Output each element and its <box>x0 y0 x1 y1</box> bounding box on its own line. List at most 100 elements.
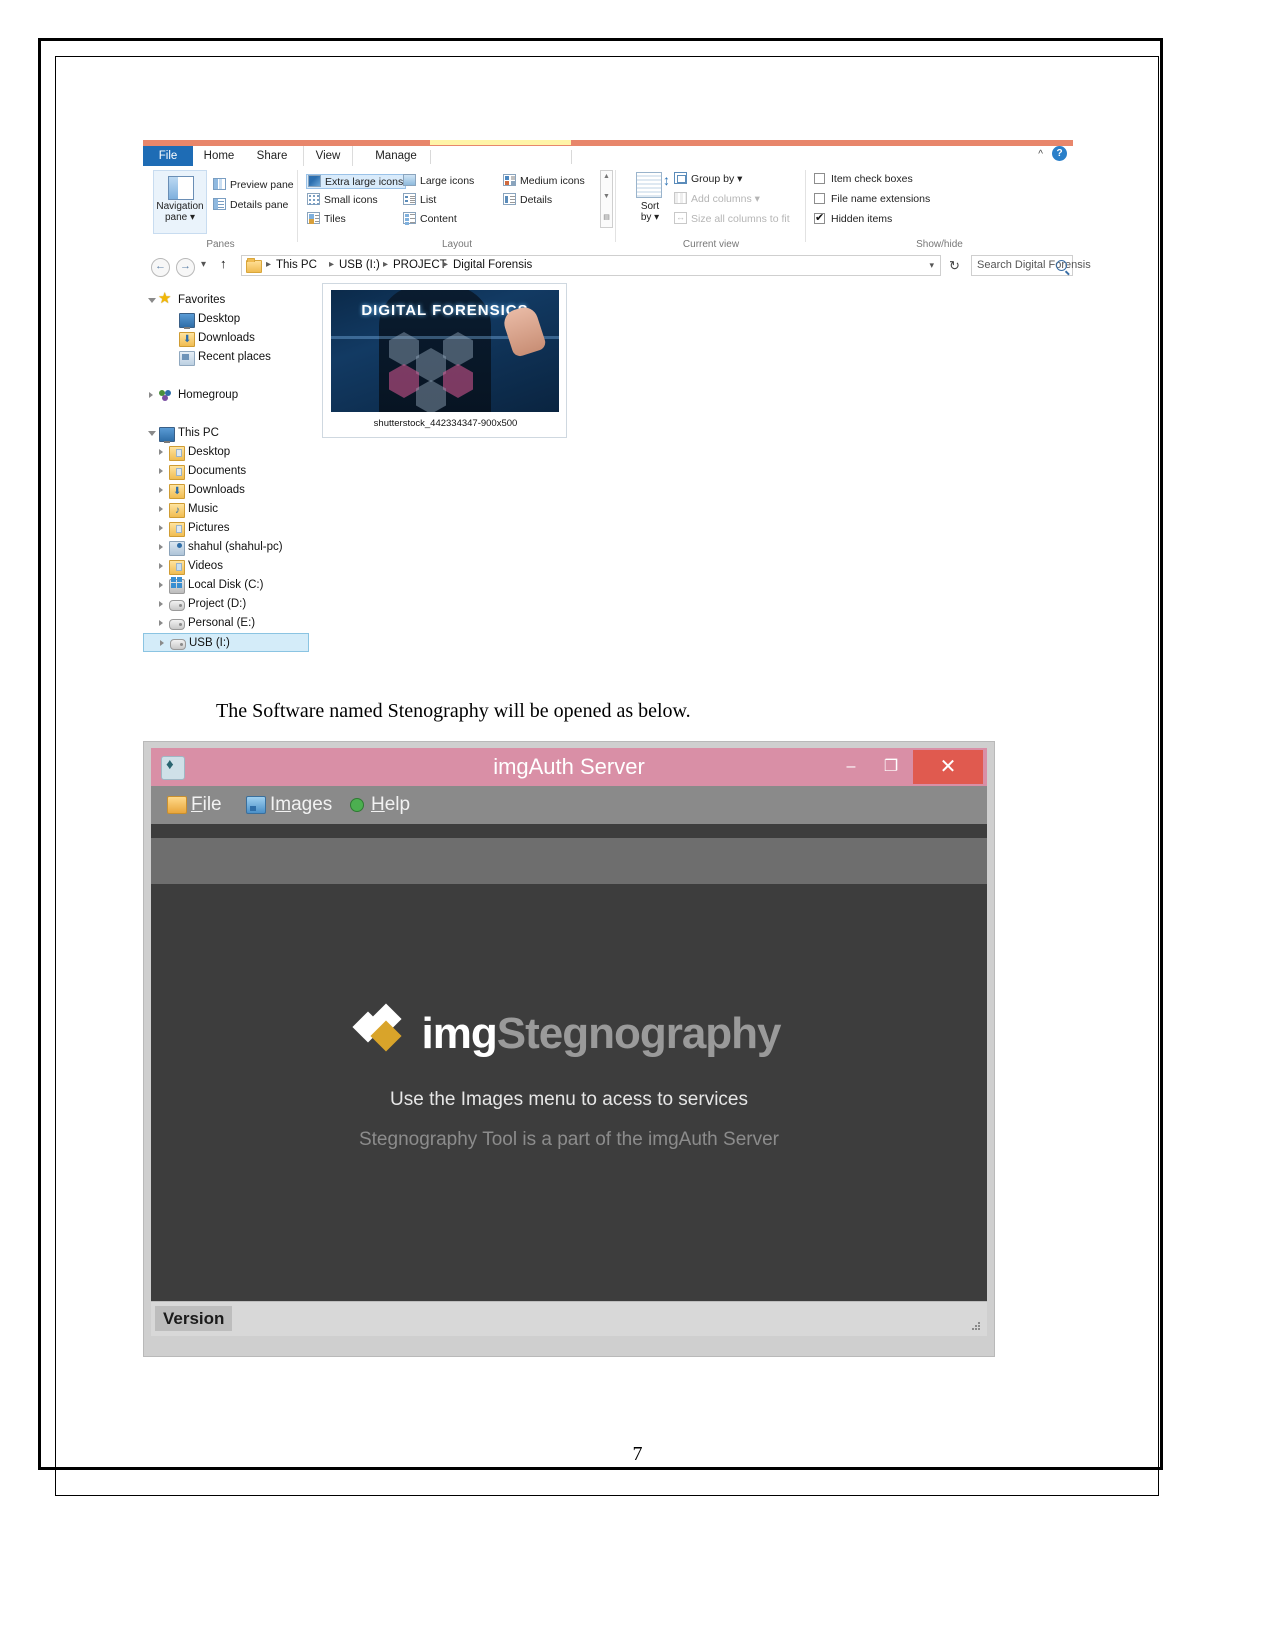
breadcrumb-usb[interactable]: USB (I:) <box>339 259 380 271</box>
size-columns-label: Size all columns to fit <box>691 213 790 225</box>
twisty-closed-icon[interactable] <box>159 620 163 626</box>
scroll-up-icon[interactable]: ▲ <box>601 173 612 180</box>
chevron-down-icon[interactable]: ▾ <box>755 193 760 205</box>
tab-home[interactable]: Home <box>193 146 245 166</box>
collapse-ribbon-icon[interactable]: ^ <box>1038 149 1043 160</box>
scroll-more-icon[interactable]: ▤ <box>601 213 612 221</box>
file-name-extensions-row[interactable]: File name extensions <box>814 192 930 207</box>
layout-gallery-scrollbar[interactable]: ▲ ▼ ▤ <box>600 170 613 228</box>
details-icon <box>503 193 516 205</box>
details-pane-label: Details pane <box>230 199 289 211</box>
extra-large-icons-icon <box>308 175 321 187</box>
help-icon[interactable]: ? <box>1052 146 1067 161</box>
menu-images[interactable]: Images <box>270 786 332 824</box>
hidden-items-row[interactable]: Hidden items <box>814 211 893 227</box>
body-paragraph: The Software named Stenography will be o… <box>216 700 691 722</box>
layout-label: Content <box>420 213 457 225</box>
twisty-closed-icon[interactable] <box>159 582 163 588</box>
tree-item-label: Project (D:) <box>188 598 247 610</box>
twisty-closed-icon[interactable] <box>159 487 163 493</box>
layout-tiles[interactable]: Tiles <box>307 212 346 227</box>
breadcrumb-this-pc[interactable]: This PC <box>276 259 317 271</box>
hidden-items-label: Hidden items <box>831 213 893 225</box>
twisty-open-icon[interactable] <box>148 298 156 306</box>
twisty-closed-icon[interactable] <box>159 563 163 569</box>
tree-item-label: Homegroup <box>178 389 239 401</box>
twisty-closed-icon[interactable] <box>159 601 163 607</box>
hidden-items-checkbox[interactable] <box>814 211 825 226</box>
tree-item-usb-i[interactable]: USB (I:) <box>143 633 309 652</box>
twisty-closed-icon[interactable] <box>159 544 163 550</box>
layout-extra-large-icons[interactable]: Extra large icons <box>306 174 407 189</box>
images-icon <box>246 796 266 814</box>
up-button[interactable]: ↑ <box>220 256 227 271</box>
layout-details[interactable]: Details <box>503 193 552 208</box>
breadcrumb-project[interactable]: PROJECT <box>393 259 447 271</box>
address-breadcrumb-box[interactable]: ▸ This PC ▸ USB (I:) ▸ PROJECT ▸ Digital… <box>241 255 941 276</box>
file-item[interactable]: DIGITAL FORENSICS shutterstock_442334347… <box>322 283 567 438</box>
tab-file[interactable]: File <box>143 146 193 166</box>
maximize-button[interactable]: ❐ <box>873 752 909 782</box>
navigation-pane-button[interactable]: Navigation pane ▾ <box>153 170 207 234</box>
downloads-icon <box>169 482 185 501</box>
item-check-boxes-checkbox[interactable] <box>814 173 825 184</box>
page-number: 7 <box>632 1443 643 1465</box>
size-columns-icon <box>674 210 687 225</box>
layout-small-icons[interactable]: Small icons <box>307 193 378 208</box>
layout-content[interactable]: Content <box>403 212 457 227</box>
preview-pane-toggle[interactable]: Preview pane <box>213 178 294 191</box>
panes-group-label: Panes <box>206 239 235 250</box>
folder-icon <box>169 465 185 480</box>
app-toolbar-strip <box>151 824 987 838</box>
tab-divider <box>430 150 431 164</box>
twisty-closed-icon[interactable] <box>159 449 163 455</box>
search-icon[interactable] <box>1056 260 1067 271</box>
group-by-button[interactable]: Group by ▾ <box>674 172 742 187</box>
tab-view[interactable]: View <box>303 146 353 166</box>
scroll-down-icon[interactable]: ▼ <box>601 193 612 200</box>
add-columns-button[interactable]: Add columns ▾ <box>674 192 760 207</box>
file-list-view[interactable]: DIGITAL FORENSICS shutterstock_442334347… <box>319 281 1073 656</box>
breadcrumb-separator: ▸ <box>329 259 335 270</box>
search-input[interactable]: Search Digital Forensis <box>977 259 1091 271</box>
refresh-button[interactable]: ↻ <box>949 258 960 274</box>
twisty-closed-icon[interactable] <box>149 392 153 398</box>
twisty-open-icon[interactable] <box>148 431 156 439</box>
minimize-button[interactable]: – <box>833 752 869 782</box>
item-check-boxes-label: Item check boxes <box>831 173 913 185</box>
tab-manage[interactable]: Manage <box>365 146 427 166</box>
layout-label: Extra large icons <box>325 176 404 188</box>
chevron-down-icon[interactable]: ▾ <box>929 260 934 271</box>
twisty-closed-icon[interactable] <box>159 525 163 531</box>
manage-contextual-tab-accent <box>430 140 571 145</box>
twisty-closed-icon[interactable] <box>159 468 163 474</box>
resize-grip-icon[interactable] <box>971 1322 981 1332</box>
details-pane-toggle[interactable]: Details pane <box>213 198 288 211</box>
explorer-content: Favorites Desktop Downloads Recent place… <box>143 281 1073 656</box>
layout-label: Tiles <box>324 213 346 225</box>
menu-file[interactable]: File <box>191 786 222 824</box>
file-name-extensions-checkbox[interactable] <box>814 193 825 204</box>
sort-by-icon <box>636 172 662 198</box>
breadcrumb-separator: ▸ <box>383 259 389 270</box>
app-title-bar[interactable]: imgAuth Server – ❐ ✕ <box>151 748 987 786</box>
back-button[interactable]: ← <box>151 258 170 277</box>
item-check-boxes-row[interactable]: Item check boxes <box>814 172 913 187</box>
drive-icon <box>170 639 186 650</box>
recent-locations-button[interactable]: ▾ <box>201 259 206 270</box>
twisty-closed-icon[interactable] <box>159 506 163 512</box>
chevron-down-icon[interactable]: ▾ <box>737 173 742 185</box>
twisty-closed-icon[interactable] <box>160 640 164 646</box>
menu-help[interactable]: Help <box>371 786 410 824</box>
layout-large-icons[interactable]: Large icons <box>403 174 474 189</box>
ribbon-group-layout: Extra large icons Large icons Medium ico… <box>298 166 616 251</box>
breadcrumb-digital-forensis[interactable]: Digital Forensis <box>453 259 532 271</box>
forward-button[interactable]: → <box>176 258 195 277</box>
tab-share[interactable]: Share <box>245 146 299 166</box>
layout-medium-icons[interactable]: Medium icons <box>503 174 585 189</box>
size-all-columns-button[interactable]: Size all columns to fit <box>674 210 790 227</box>
hint-secondary-text: Stegnography Tool is a part of the imgAu… <box>358 1129 779 1150</box>
layout-list[interactable]: List <box>403 193 436 208</box>
close-button[interactable]: ✕ <box>913 750 983 784</box>
search-box[interactable]: Search Digital Forensis <box>971 255 1091 276</box>
